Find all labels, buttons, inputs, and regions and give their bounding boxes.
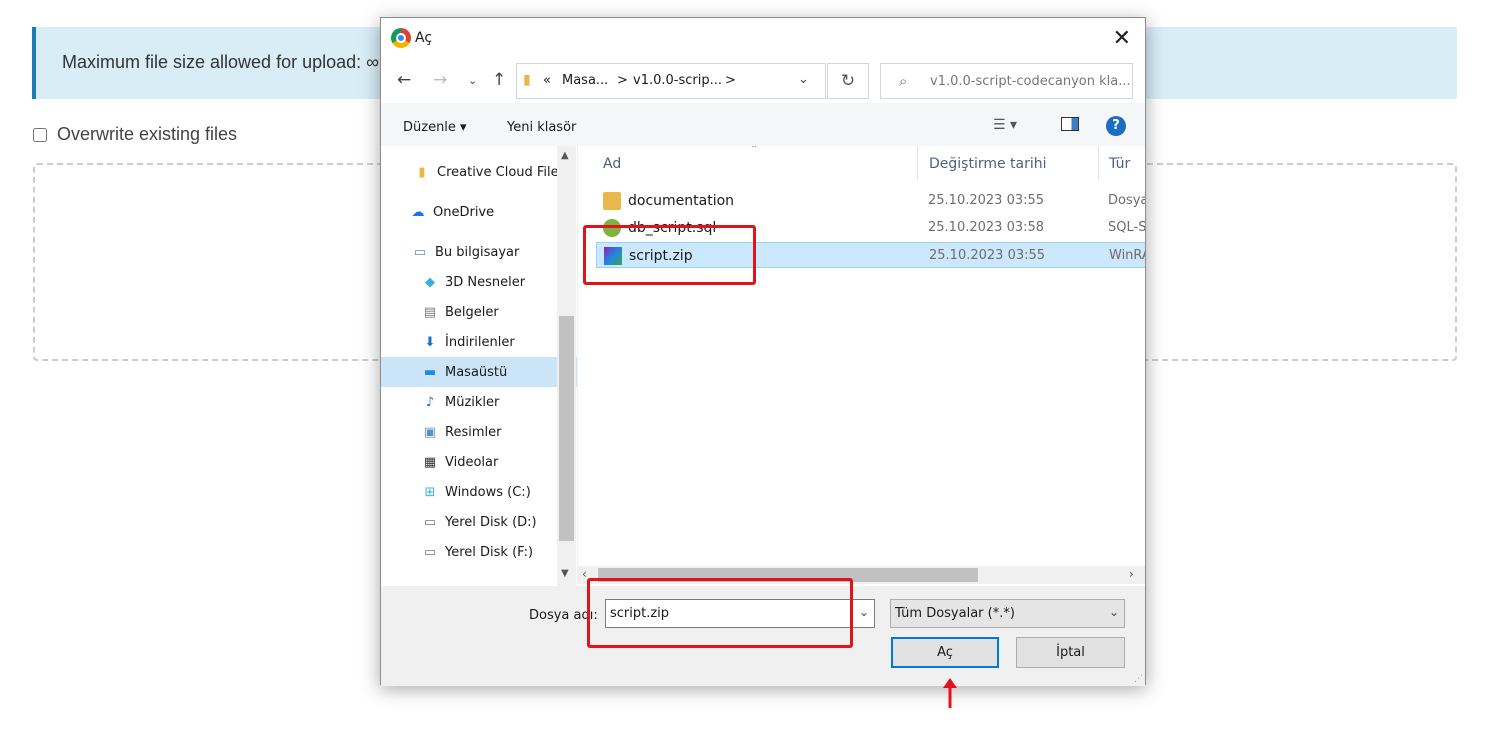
breadcrumb-desktop[interactable]: Masa... <box>562 73 608 88</box>
forward-arrow-icon[interactable]: → <box>433 70 447 90</box>
red-arrow-icon <box>943 678 957 708</box>
sidebar-item-disk-f[interactable]: ▭ Yerel Disk (F:) <box>381 537 577 567</box>
chevron-down-icon[interactable]: ⌄ <box>859 605 869 619</box>
file-type-value: Tüm Dosyalar (*.*) <box>895 606 1015 621</box>
sidebar-item-windows-c[interactable]: ⊞ Windows (C:) <box>381 477 577 507</box>
max-size-text: Maximum file size allowed for upload: ∞ <box>62 52 379 72</box>
new-folder-button[interactable]: Yeni klasör <box>507 120 576 135</box>
document-icon: ▤ <box>423 304 437 320</box>
sidebar-item-videos[interactable]: ▦ Videolar <box>381 447 577 477</box>
overwrite-option[interactable]: Overwrite existing files <box>33 124 237 145</box>
desktop-icon: ▬ <box>423 364 437 380</box>
scroll-thumb[interactable] <box>559 316 574 541</box>
chrome-icon <box>391 28 411 48</box>
drive-icon: ▭ <box>423 514 437 530</box>
dialog-titlebar: Aç ✕ <box>381 18 1145 58</box>
search-icon: ⌕ <box>899 72 908 90</box>
sidebar-item-3d-objects[interactable]: ◆ 3D Nesneler <box>381 267 577 297</box>
sidebar-item-creative-cloud[interactable]: ▮ Creative Cloud Files <box>381 157 577 187</box>
view-options-icon[interactable]: ☰ ▾ <box>993 117 1017 133</box>
sidebar-item-onedrive[interactable]: ☁ OneDrive <box>381 197 577 227</box>
overwrite-checkbox[interactable] <box>33 127 47 142</box>
organize-menu[interactable]: Düzenle ▾ <box>403 120 467 135</box>
close-icon[interactable]: ✕ <box>1113 26 1131 51</box>
resize-grip-icon[interactable]: ⋰ <box>1134 674 1143 684</box>
breadcrumb-overflow[interactable]: « <box>543 73 551 88</box>
column-type[interactable]: Tür <box>1109 156 1130 172</box>
drive-icon: ▭ <box>423 544 437 560</box>
onedrive-icon: ☁ <box>411 204 425 220</box>
scroll-up-icon[interactable]: ▲ <box>561 150 569 161</box>
cube-icon: ◆ <box>425 274 435 290</box>
search-box[interactable]: ⌕ v1.0.0-script-codecanyon kla... <box>880 63 1133 99</box>
folder-icon: ▮ <box>523 72 531 88</box>
windows-drive-icon: ⊞ <box>424 484 436 500</box>
music-icon: ♪ <box>425 394 435 410</box>
navigation-pane: ▮ Creative Cloud Files ☁ OneDrive ▭ Bu b… <box>381 146 577 586</box>
scroll-down-icon[interactable]: ▼ <box>561 568 569 579</box>
video-icon: ▦ <box>423 454 437 470</box>
breadcrumb-folder[interactable]: v1.0.0-scrip... <box>633 73 722 88</box>
file-type-select[interactable]: Tüm Dosyalar (*.*) ⌄ <box>890 599 1125 628</box>
dialog-toolbar: Düzenle ▾ Yeni klasör ☰ ▾ ? <box>381 103 1145 146</box>
dialog-title: Aç <box>415 30 433 46</box>
up-arrow-icon[interactable]: ↑ <box>492 70 506 90</box>
file-list: ⌃ Ad Değiştirme tarihi Tür documentation… <box>578 146 1145 586</box>
highlight-box-file <box>583 225 756 285</box>
column-name[interactable]: Ad <box>603 156 621 172</box>
breadcrumb-separator[interactable]: > <box>617 73 628 88</box>
back-arrow-icon[interactable]: ← <box>397 70 411 90</box>
file-row[interactable]: documentation 25.10.2023 03:55 Dosya <box>596 188 1145 214</box>
sidebar-item-this-pc[interactable]: ▭ Bu bilgisayar <box>381 237 577 267</box>
scroll-left-icon[interactable]: ‹ <box>582 567 587 581</box>
navigation-bar: ← → ⌄ ↑ ▮ « Masa... > v1.0.0-scrip... > … <box>381 58 1145 103</box>
download-icon: ⬇ <box>424 334 436 350</box>
recent-dropdown-icon[interactable]: ⌄ <box>468 74 477 87</box>
column-divider[interactable] <box>917 146 918 180</box>
help-icon[interactable]: ? <box>1106 116 1126 136</box>
highlight-box-filename <box>587 578 853 648</box>
scroll-right-icon[interactable]: › <box>1129 567 1134 581</box>
breadcrumb-separator[interactable]: > <box>725 73 736 88</box>
picture-icon: ▣ <box>423 424 437 440</box>
sidebar-scrollbar[interactable]: ▲ ▼ <box>557 146 576 586</box>
chevron-down-icon[interactable]: ⌄ <box>1109 605 1119 619</box>
sidebar-item-music[interactable]: ♪ Müzikler <box>381 387 577 417</box>
sidebar-item-disk-d[interactable]: ▭ Yerel Disk (D:) <box>381 507 577 537</box>
column-divider[interactable] <box>1098 146 1099 180</box>
sort-caret-icon: ⌃ <box>750 146 759 155</box>
refresh-icon[interactable]: ↻ <box>827 63 869 99</box>
open-button[interactable]: Aç <box>891 637 999 668</box>
computer-icon: ▭ <box>413 244 427 260</box>
creative-cloud-icon: ▮ <box>418 164 426 180</box>
preview-pane-icon[interactable] <box>1061 117 1079 131</box>
cancel-button[interactable]: İptal <box>1016 637 1125 668</box>
column-modified[interactable]: Değiştirme tarihi <box>929 156 1047 172</box>
sidebar-item-desktop[interactable]: ▬ Masaüstü <box>381 357 577 387</box>
overwrite-label: Overwrite existing files <box>57 124 238 144</box>
search-placeholder: v1.0.0-script-codecanyon kla... <box>930 74 1131 89</box>
sidebar-item-documents[interactable]: ▤ Belgeler <box>381 297 577 327</box>
sidebar-item-pictures[interactable]: ▣ Resimler <box>381 417 577 447</box>
chevron-down-icon[interactable]: ⌄ <box>798 72 809 87</box>
sidebar-item-downloads[interactable]: ⬇ İndirilenler <box>381 327 577 357</box>
address-bar[interactable]: ▮ « Masa... > v1.0.0-scrip... > ⌄ <box>516 63 826 99</box>
folder-icon <box>603 192 621 210</box>
